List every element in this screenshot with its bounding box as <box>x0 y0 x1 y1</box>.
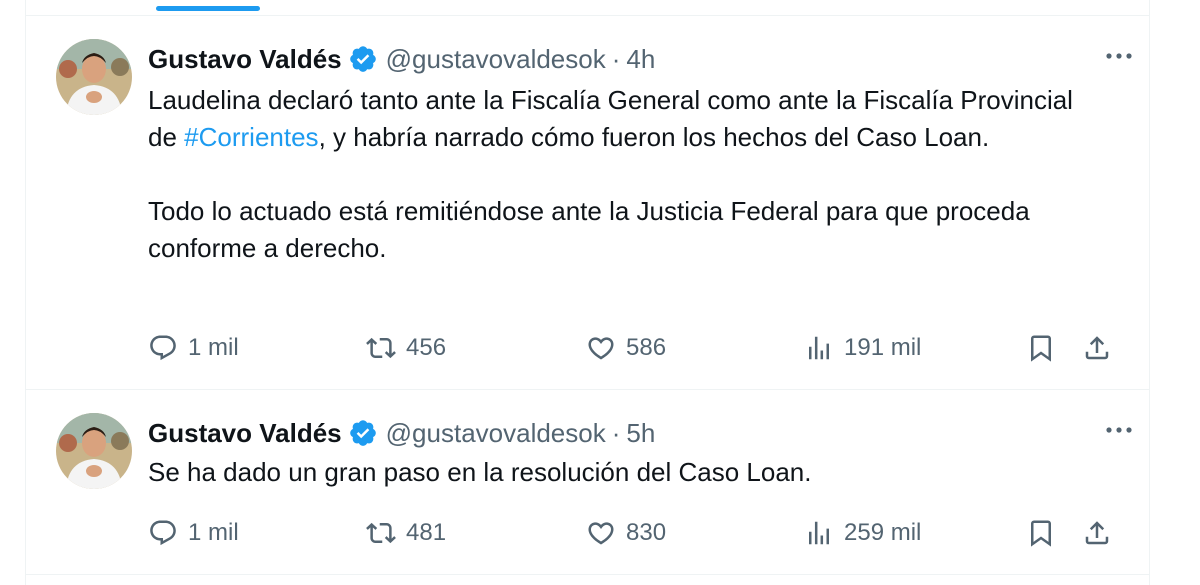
reply-count: 1 mil <box>188 519 239 546</box>
action-bar: 1 mil 481 830 259 mil <box>148 513 1119 553</box>
like-icon <box>588 337 614 360</box>
repost-count: 481 <box>406 519 447 546</box>
bookmark-button[interactable] <box>1026 513 1066 553</box>
share-button[interactable] <box>1082 513 1122 553</box>
like-button[interactable]: 830 <box>586 513 666 553</box>
more-icon[interactable] <box>1099 41 1139 71</box>
bookmark-button[interactable] <box>1026 328 1066 368</box>
author-handle[interactable]: @gustavovaldesok <box>386 418 606 449</box>
more-icon[interactable] <box>1099 415 1139 445</box>
text-paragraph: Todo lo actuado está remitiéndose ante l… <box>148 196 1030 263</box>
share-icon <box>1085 336 1109 360</box>
repost-button[interactable]: 456 <box>366 328 446 368</box>
text-part: , y habría narrado cómo fueron los hecho… <box>318 122 990 152</box>
like-button[interactable]: 586 <box>586 328 666 368</box>
tweet-text: Laudelina declaró tanto ante la Fiscalía… <box>148 82 1109 267</box>
reply-icon <box>150 520 176 546</box>
timeline: Gustavo Valdés @gustavovaldesok · 4h Lau… <box>25 0 1150 585</box>
tweet[interactable]: Gustavo Valdés @gustavovaldesok · 4h Lau… <box>26 15 1149 390</box>
action-bar: 1 mil 456 586 191 mil <box>148 328 1119 368</box>
text-paragraph: Se ha dado un gran paso en la resolución… <box>148 457 812 487</box>
timestamp[interactable]: 5h <box>626 418 655 449</box>
reply-count: 1 mil <box>188 334 239 361</box>
author-name[interactable]: Gustavo Valdés <box>148 418 342 449</box>
tweet-header: Gustavo Valdés @gustavovaldesok · 4h <box>148 41 1119 77</box>
bookmark-icon <box>1031 335 1051 362</box>
repost-count: 456 <box>406 334 447 361</box>
tweet[interactable]: Gustavo Valdés @gustavovaldesok · 5h Se … <box>26 389 1149 574</box>
bookmark-icon <box>1031 520 1051 547</box>
views-button[interactable]: 259 mil <box>804 513 921 553</box>
verified-badge-icon <box>348 44 378 74</box>
separator: · <box>611 417 621 448</box>
hashtag-link[interactable]: #Corrientes <box>184 122 318 152</box>
reply-button[interactable]: 1 mil <box>148 513 239 553</box>
tweet-header: Gustavo Valdés @gustavovaldesok · 5h <box>148 415 1119 451</box>
repost-icon <box>366 522 396 544</box>
reply-icon <box>150 335 176 361</box>
repost-button[interactable]: 481 <box>366 513 446 553</box>
like-icon <box>588 522 614 545</box>
verified-badge-icon <box>348 418 378 448</box>
views-button[interactable]: 191 mil <box>804 328 921 368</box>
author-handle[interactable]: @gustavovaldesok <box>386 44 606 75</box>
like-count: 830 <box>626 519 667 546</box>
repost-icon <box>366 337 396 359</box>
share-icon <box>1085 521 1109 545</box>
views-count: 191 mil <box>844 334 922 361</box>
like-count: 586 <box>626 334 667 361</box>
separator: · <box>611 43 621 74</box>
tweet-text: Se ha dado un gran paso en la resolución… <box>148 454 1109 491</box>
views-icon <box>809 521 829 545</box>
author-name[interactable]: Gustavo Valdés <box>148 44 342 75</box>
active-tab-indicator <box>156 6 260 11</box>
avatar[interactable] <box>56 39 132 115</box>
share-button[interactable] <box>1082 328 1122 368</box>
reply-button[interactable]: 1 mil <box>148 328 239 368</box>
timestamp[interactable]: 4h <box>626 44 655 75</box>
views-count: 259 mil <box>844 519 922 546</box>
views-icon <box>809 336 829 360</box>
divider <box>26 574 1149 575</box>
avatar[interactable] <box>56 413 132 489</box>
